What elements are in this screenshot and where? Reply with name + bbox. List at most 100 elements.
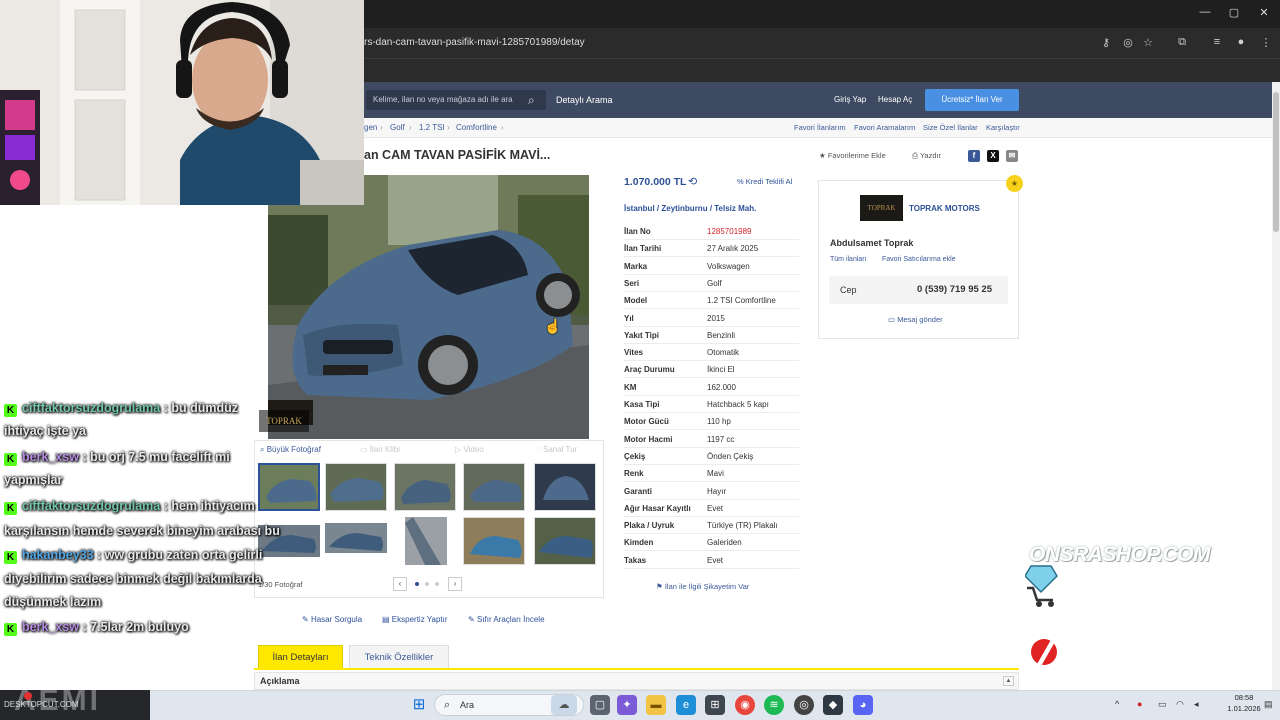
post-ad-button[interactable]: Ücretsiz* İlan Ver [925, 89, 1019, 111]
detail-row: Plaka / Uyruk Türkiye (TR) Plakalı [623, 517, 799, 535]
extensions-icon[interactable]: ⧉ [1174, 36, 1190, 49]
all-ads-link[interactable]: Tüm ilanları [830, 254, 867, 266]
next-photo-button[interactable]: › [448, 577, 462, 591]
signup-link[interactable]: Hesap Aç [878, 90, 912, 110]
send-message-link[interactable]: ▭ Mesaj gönder [888, 314, 943, 326]
key-icon[interactable]: ⚷ [1098, 36, 1114, 49]
big-photo-link[interactable]: ⌕ Büyük Fotoğraf [260, 442, 321, 458]
percent-icon: % [737, 177, 744, 186]
file-explorer-icon[interactable]: ▬ [646, 695, 666, 715]
chrome-icon[interactable]: ◉ [735, 695, 755, 715]
favorite-searches-link[interactable]: Favori Aramalarım [854, 120, 915, 136]
thumbnail[interactable] [325, 463, 387, 511]
breadcrumb-item[interactable]: Comfortline [456, 120, 497, 136]
chat-username[interactable]: hakanbey33 [22, 548, 94, 562]
tray-chevron-icon[interactable]: ^ [1115, 698, 1119, 710]
store-name[interactable]: TOPRAK MOTORS [909, 202, 980, 216]
special-ads-link[interactable]: Size Özel İlanlar [923, 120, 978, 136]
minimize-icon[interactable]: — [1195, 6, 1215, 18]
thumbnail[interactable] [258, 463, 320, 511]
copilot-icon[interactable]: ✦ [617, 695, 637, 715]
pager-dot[interactable] [425, 582, 429, 586]
weather-icon[interactable]: ☁ [551, 695, 577, 715]
spotify-icon[interactable]: ≋ [764, 695, 784, 715]
chat-message: Kciftfaktorsuzdogrulama : hem ihtiyacım [4, 494, 255, 518]
complain-link[interactable]: ⚑ İlan ile İlgili Şikayetim Var [656, 581, 749, 593]
advanced-search-link[interactable]: Detaylı Arama [556, 90, 613, 110]
start-icon[interactable]: ⊞ [409, 695, 429, 715]
app-icon[interactable]: ◆ [823, 695, 843, 715]
bookmark-star-icon[interactable]: ☆ [1140, 36, 1156, 49]
breadcrumb-item[interactable]: 1.2 TSI [419, 120, 445, 136]
tab-ad-details[interactable]: İlan Detayları [258, 645, 343, 669]
mic-icon[interactable]: ● [1137, 698, 1142, 710]
chat-username[interactable]: ciftfaktorsuzdogrulama [22, 401, 160, 415]
chat-username[interactable]: berk_xsw [22, 620, 79, 634]
volume-icon[interactable]: ◂ [1194, 698, 1199, 710]
thumbnail[interactable] [534, 463, 596, 511]
maximize-icon[interactable]: ▢ [1224, 6, 1244, 19]
damage-query-link[interactable]: ✎ Hasar Sorgula [302, 614, 362, 626]
video-link[interactable]: ▷ Video [455, 442, 484, 458]
clock-time[interactable]: 08:58 [1224, 693, 1264, 703]
thumbnail[interactable] [534, 517, 596, 565]
chat-username[interactable]: berk_xsw [22, 450, 79, 464]
thumbnail[interactable] [405, 517, 447, 565]
pager-dot[interactable] [415, 582, 419, 586]
login-link[interactable]: Giriş Yap [834, 90, 866, 110]
phone-number[interactable]: 0 (539) 719 95 25 [917, 283, 992, 297]
play-icon: ▷ [455, 445, 462, 454]
location-neighborhood[interactable]: Telsiz Mah. [714, 204, 756, 213]
wifi-icon[interactable]: ◠ [1176, 698, 1184, 710]
virtual-tour-link[interactable]: ◌ Sanal Tur [536, 442, 577, 458]
badge-icon: ★ [1006, 175, 1023, 192]
clock-date[interactable]: 1.01.2026 [1224, 704, 1264, 714]
favorite-ads-link[interactable]: Favori İlanlarım [794, 120, 846, 136]
search-icon[interactable]: ⌕ [528, 92, 535, 108]
breadcrumb-item[interactable]: Golf [390, 120, 405, 136]
thumbnail[interactable] [325, 517, 387, 565]
menu-icon[interactable]: ⋮ [1258, 36, 1274, 49]
ad-clip-link[interactable]: ▭ İlan Klibi [360, 442, 400, 458]
location-city[interactable]: İstanbul [624, 204, 655, 213]
close-icon[interactable]: ✕ [1254, 6, 1274, 19]
prev-photo-button[interactable]: ‹ [393, 577, 407, 591]
pager-dot[interactable] [435, 582, 439, 586]
address-bar[interactable]: rs-dan-cam-tavan-pasifik-mavi-1285701989… [364, 33, 1084, 53]
collapse-icon[interactable]: ▲ [1003, 676, 1014, 686]
dealer-logo[interactable]: TOPRAK [860, 195, 903, 221]
favorite-seller-link[interactable]: Favori Satıcılarıma ekle [882, 254, 956, 266]
add-favorite-link[interactable]: ★ Favorilerime Ekle [819, 148, 886, 164]
task-view-icon[interactable]: ▢ [590, 695, 610, 715]
detail-value: 1.2 TSI Comfortline [707, 296, 776, 306]
breadcrumb-item[interactable]: gen [364, 120, 377, 136]
obs-icon[interactable]: ◎ [794, 695, 814, 715]
tab-technical-specs[interactable]: Teknik Özellikler [349, 645, 449, 669]
detail-row: Kimden Galeriden [623, 534, 799, 552]
discord-icon[interactable]: ◕ [853, 695, 873, 715]
thumbnail[interactable] [463, 463, 525, 511]
store-icon[interactable]: ⊞ [705, 695, 725, 715]
network-icon[interactable]: ▭ [1158, 698, 1167, 710]
flag-icon: ⚑ [656, 582, 663, 591]
notification-icon[interactable]: ▤ [1264, 698, 1273, 710]
print-link[interactable]: ⎙ Yazdır [912, 148, 941, 164]
price-history-icon[interactable]: ⟲ [688, 175, 697, 189]
thumbnail[interactable] [463, 517, 525, 565]
expertise-link[interactable]: ▤ Ekspertiz Yaptır [382, 614, 448, 626]
credit-offer-link[interactable]: % Kredi Teklifi Al [737, 175, 792, 189]
eye-off-icon[interactable]: ◎ [1120, 36, 1136, 49]
main-photo[interactable] [268, 175, 589, 439]
edge-icon[interactable]: e [676, 695, 696, 715]
facebook-icon[interactable]: f [968, 150, 980, 162]
media-icon[interactable]: ≡ [1209, 36, 1225, 48]
profile-icon[interactable]: ● [1233, 36, 1249, 48]
thumbnail[interactable] [394, 463, 456, 511]
x-icon[interactable]: X [987, 150, 999, 162]
compare-link[interactable]: Karşılaştır [986, 120, 1020, 136]
new-cars-link[interactable]: ✎ Sıfır Araçları İncele [468, 614, 545, 626]
scrollbar-thumb[interactable] [1273, 92, 1279, 232]
mail-icon[interactable]: ✉ [1006, 150, 1018, 162]
location-district[interactable]: Zeytinburnu [661, 204, 707, 213]
chat-username[interactable]: ciftfaktorsuzdogrulama [22, 499, 160, 513]
